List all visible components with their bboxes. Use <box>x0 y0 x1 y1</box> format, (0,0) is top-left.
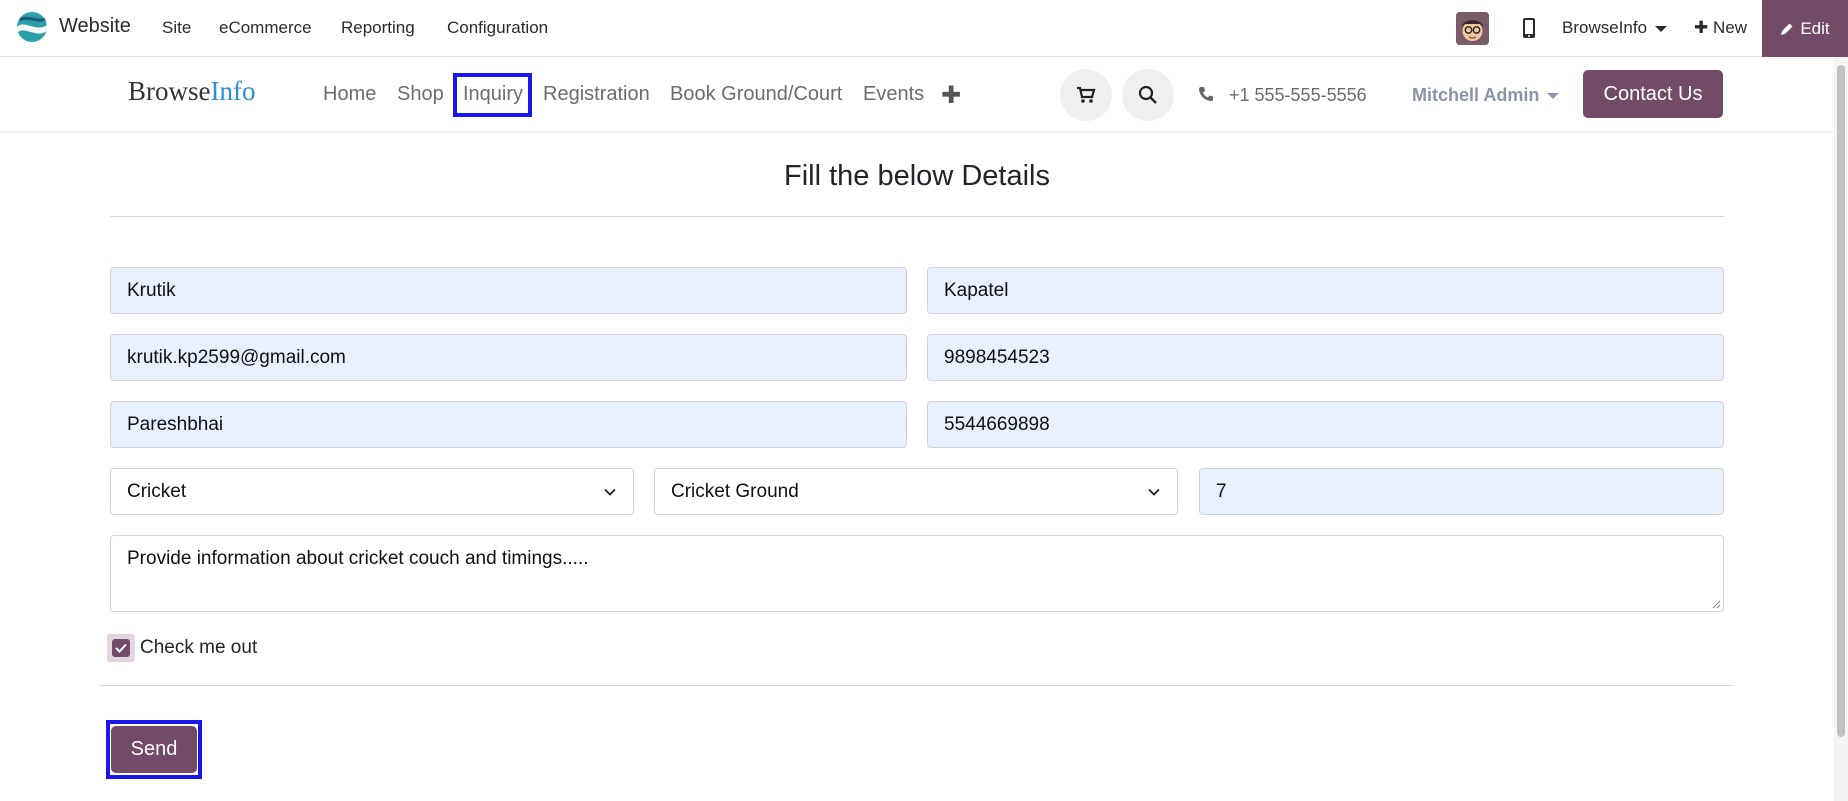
resize-handle-icon[interactable] <box>1711 599 1721 609</box>
checkbox-checked <box>112 639 130 657</box>
nav-events[interactable]: Events <box>863 83 924 106</box>
menu-reporting[interactable]: Reporting <box>341 18 415 38</box>
send-button[interactable]: Send <box>111 726 197 773</box>
nav-registration[interactable]: Registration <box>543 83 650 106</box>
nav-home[interactable]: Home <box>323 83 376 106</box>
nav-inquiry[interactable]: Inquiry <box>463 83 523 106</box>
caret-down-icon <box>1547 93 1560 100</box>
cart-icon <box>1077 86 1096 103</box>
send-highlight-box: Send <box>106 720 202 779</box>
website-app-icon[interactable] <box>16 11 48 43</box>
alternate-phone-input[interactable]: 5544669898 <box>927 401 1724 448</box>
user-name: Mitchell Admin <box>1412 85 1540 105</box>
check-me-out-checkbox[interactable] <box>107 634 135 662</box>
new-label: New <box>1712 18 1747 37</box>
website-header: BrowseInfo Home Shop Inquiry Registratio… <box>0 57 1836 131</box>
user-avatar[interactable] <box>1456 12 1489 45</box>
brand-part2: Info <box>210 76 256 106</box>
menu-configuration[interactable]: Configuration <box>447 18 548 38</box>
form-title: Fill the below Details <box>784 160 1050 192</box>
app-name[interactable]: Website <box>59 15 131 38</box>
edit-label: Edit <box>1800 18 1830 38</box>
father-name-input[interactable]: Pareshbhai <box>110 401 907 448</box>
avatar-face-icon <box>1456 12 1489 45</box>
scrollbar-thumb[interactable] <box>1837 65 1845 737</box>
ground-select-value: Cricket Ground <box>671 480 799 502</box>
cart-button[interactable] <box>1060 69 1112 121</box>
website-switcher-label: BrowseInfo <box>1562 18 1648 37</box>
caret-down-icon <box>1655 25 1668 32</box>
page-scrollbar[interactable] <box>1834 57 1848 801</box>
search-button[interactable] <box>1122 69 1174 121</box>
message-textarea[interactable]: Provide information about cricket couch … <box>110 535 1724 612</box>
edit-button[interactable]: Edit <box>1762 0 1848 57</box>
nav-shop[interactable]: Shop <box>397 83 444 106</box>
brand-logo[interactable]: BrowseInfo <box>128 76 255 107</box>
add-menu-icon[interactable]: ✚ <box>941 81 961 110</box>
phone-number[interactable]: +1 555-555-5556 <box>1229 85 1367 106</box>
menu-ecommerce[interactable]: eCommerce <box>219 18 312 38</box>
search-icon <box>1138 85 1157 104</box>
phone-input[interactable]: 9898454523 <box>927 334 1724 381</box>
chevron-down-icon <box>604 488 616 496</box>
sport-select-value: Cricket <box>127 480 187 502</box>
message-text: Provide information about cricket couch … <box>127 548 589 569</box>
new-button[interactable]: ✚ New <box>1694 18 1747 38</box>
sport-select[interactable]: Cricket <box>110 468 634 515</box>
mobile-preview-icon[interactable] <box>1522 17 1536 39</box>
nav-book-ground[interactable]: Book Ground/Court <box>670 83 842 106</box>
form-divider <box>100 685 1734 686</box>
email-input[interactable]: krutik.kp2599@gmail.com <box>110 334 907 381</box>
pencil-icon <box>1781 23 1793 35</box>
ground-select[interactable]: Cricket Ground <box>654 468 1178 515</box>
contact-us-button[interactable]: Contact Us <box>1583 70 1723 118</box>
website-switcher[interactable]: BrowseInfo <box>1562 18 1668 38</box>
phone-icon <box>1199 87 1213 101</box>
user-menu[interactable]: Mitchell Admin <box>1412 85 1560 106</box>
last-name-input[interactable]: Kapatel <box>927 267 1724 314</box>
first-name-input[interactable]: Krutik <box>110 267 907 314</box>
plus-icon: ✚ <box>1694 18 1709 37</box>
quantity-input[interactable]: 7 <box>1199 468 1724 515</box>
brand-part1: Browse <box>128 76 211 106</box>
title-divider <box>110 216 1724 217</box>
chevron-down-icon <box>1148 488 1160 496</box>
admin-top-bar: Website Site eCommerce Reporting Configu… <box>0 0 1848 57</box>
menu-site[interactable]: Site <box>162 18 191 38</box>
check-me-out-label[interactable]: Check me out <box>140 637 257 659</box>
checkmark-icon <box>115 643 127 653</box>
